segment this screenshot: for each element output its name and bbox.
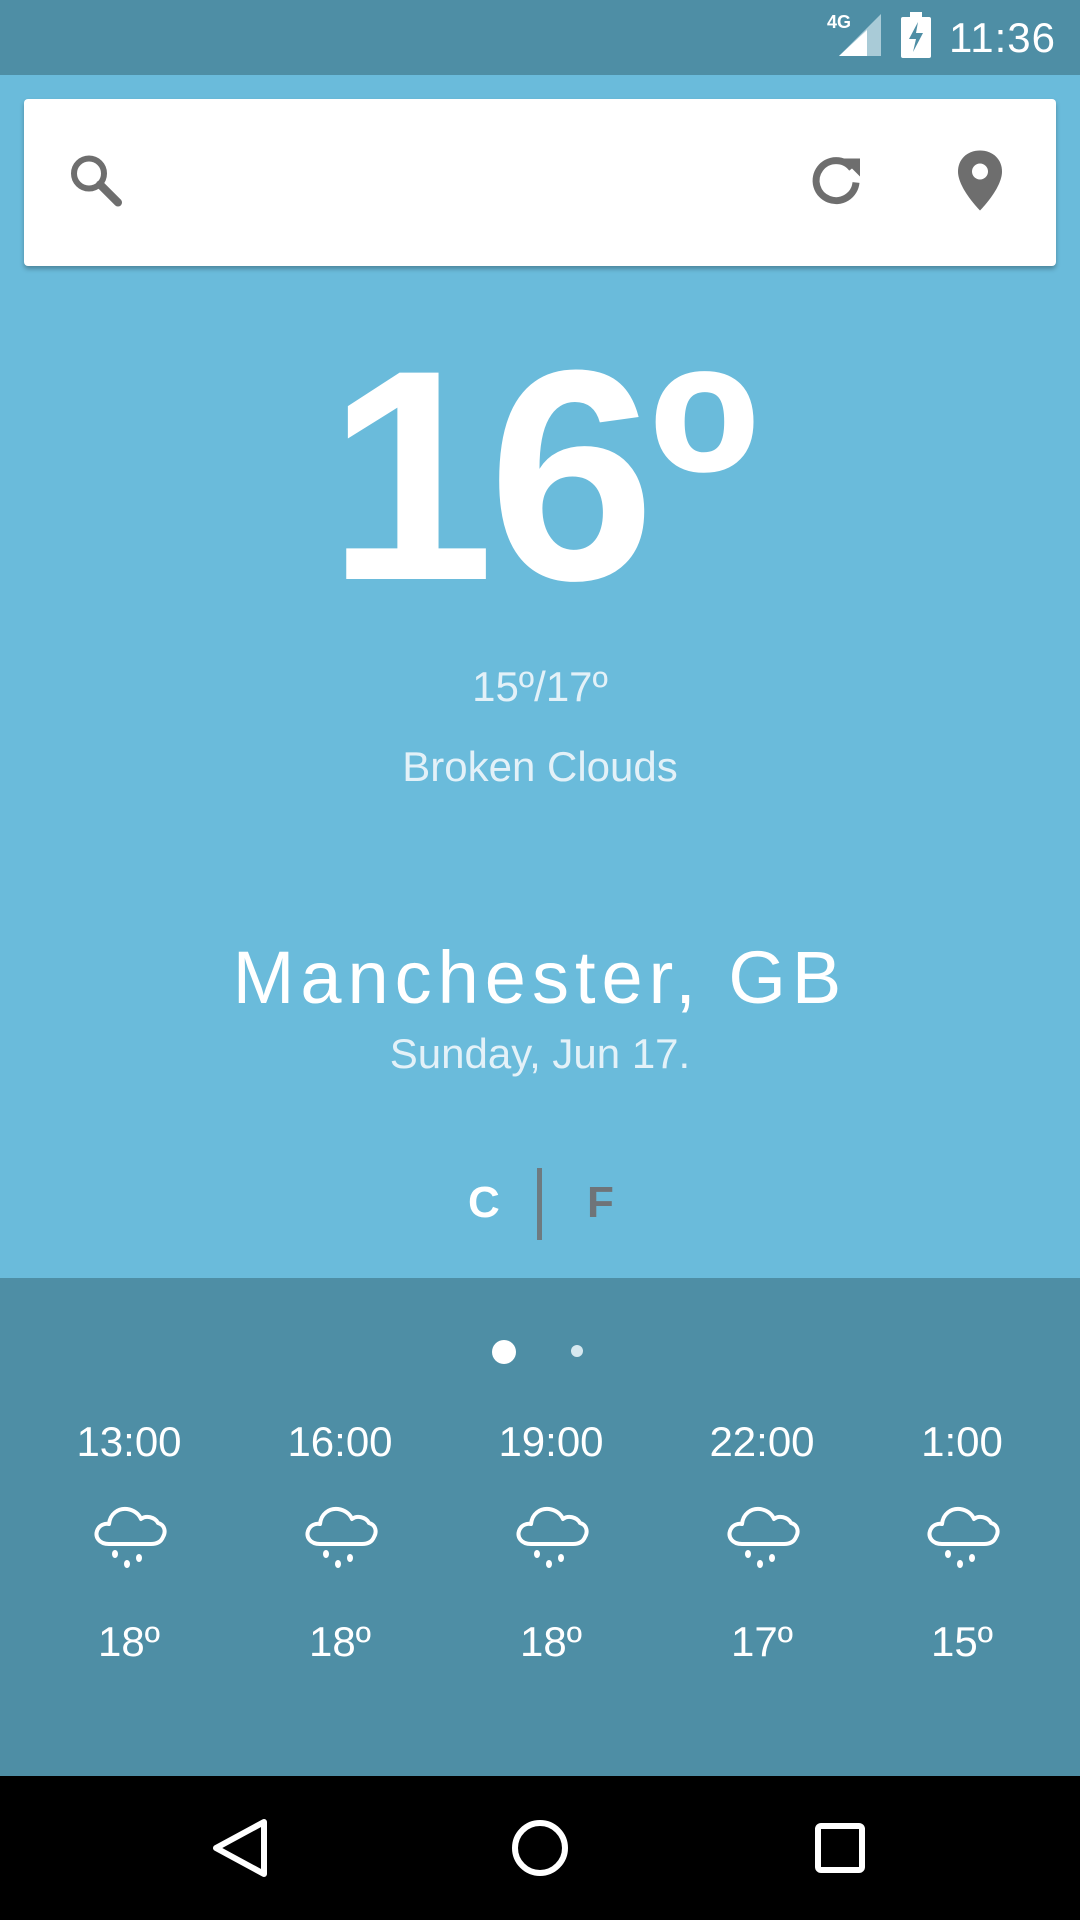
back-icon[interactable] <box>210 1816 270 1885</box>
forecast-temp: 17º <box>730 1618 794 1665</box>
signal-icon: 4G <box>827 12 883 63</box>
search-bar <box>24 99 1056 266</box>
refresh-icon[interactable] <box>808 152 864 213</box>
date-label: Sunday, Jun 17. <box>389 1030 691 1077</box>
forecast-temp: 18º <box>308 1618 372 1665</box>
forecast-time: 16:00 <box>287 1418 393 1465</box>
status-bar: 4G 11:36 <box>0 0 1080 75</box>
rain-cloud-icon <box>926 1500 1000 1577</box>
status-time: 11:36 <box>949 13 1056 61</box>
forecast-temp: 18º <box>519 1618 583 1665</box>
status-icons: 4G 11:36 <box>827 0 1056 75</box>
forecast-temp: 18º <box>97 1618 161 1665</box>
forecast-time: 1:00 <box>921 1418 1003 1465</box>
fahrenheit-button[interactable]: F <box>587 1178 614 1228</box>
battery-charging-icon <box>901 12 931 63</box>
rain-cloud-icon <box>93 1500 167 1577</box>
city-name: Manchester, GB <box>232 936 848 1019</box>
search-icon[interactable] <box>66 150 126 215</box>
recents-icon[interactable] <box>810 1816 870 1885</box>
celsius-button[interactable]: C <box>468 1178 500 1228</box>
rain-cloud-icon <box>515 1500 589 1577</box>
home-icon[interactable] <box>508 1816 572 1885</box>
forecast-time: 13:00 <box>76 1418 182 1465</box>
unit-divider <box>537 1168 542 1240</box>
weather-condition: Broken Clouds <box>402 743 678 790</box>
rain-cloud-icon <box>304 1500 378 1577</box>
navigation-bar <box>0 1776 1080 1920</box>
network-type-label: 4G <box>827 12 851 32</box>
search-input[interactable] <box>154 139 768 228</box>
hourly-forecast-panel[interactable]: 13:00 18º 16:00 18º 19:00 18º 22:00 17º … <box>0 1278 1080 1776</box>
rain-cloud-icon <box>726 1500 800 1577</box>
forecast-time: 19:00 <box>498 1418 604 1465</box>
page-indicator-active[interactable] <box>492 1340 516 1364</box>
current-temperature: 16º <box>327 307 758 643</box>
unit-toggle: C F <box>440 1168 640 1240</box>
location-icon[interactable] <box>956 148 1004 217</box>
forecast-temp: 15º <box>930 1618 994 1665</box>
min-max-temperature: 15º/17º <box>472 663 608 710</box>
current-weather-panel: 16º 15º/17º Broken Clouds Manchester, GB… <box>0 75 1080 1278</box>
forecast-time: 22:00 <box>709 1418 815 1465</box>
page-indicator-inactive[interactable] <box>571 1345 583 1357</box>
